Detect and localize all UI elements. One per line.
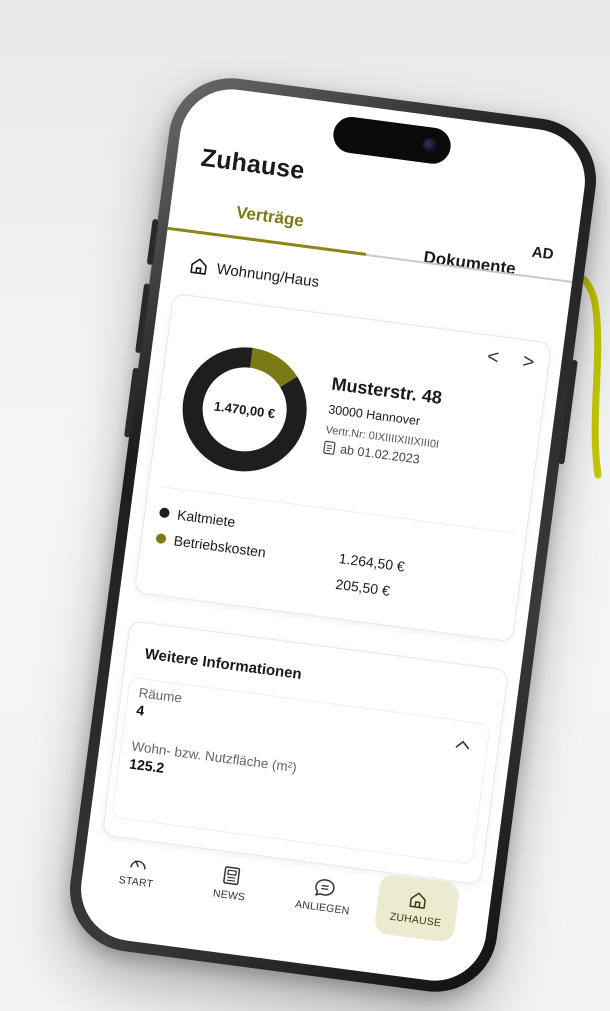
nav-news[interactable]: NEWS	[187, 849, 274, 919]
nav-news-label: NEWS	[212, 887, 246, 904]
legend-dot-kaltmiete	[158, 507, 171, 519]
speedometer-icon	[130, 860, 146, 870]
phone-frame: Zuhause Verträge Dokumente AD Wohnung/Ha…	[62, 70, 604, 1000]
house-icon	[409, 892, 426, 909]
phone-screen: Zuhause Verträge Dokumente AD Wohnung/Ha…	[74, 83, 592, 987]
address-block: Musterstr. 48 30000 Hannover Vertr.Nr: 0…	[322, 374, 446, 469]
nav-start[interactable]: START	[94, 836, 181, 906]
dynamic-island	[331, 114, 453, 166]
chat-bubble-icon	[315, 879, 335, 896]
chevron-up-icon[interactable]	[454, 739, 471, 751]
page-title: Zuhause	[199, 143, 307, 186]
chevron-left-icon[interactable]: <	[486, 346, 500, 370]
chevron-right-icon[interactable]: >	[521, 350, 535, 374]
cost-amounts: 1.264,50 € 205,50 €	[333, 550, 406, 610]
document-icon	[323, 440, 336, 455]
field-rooms: Räume 4	[135, 685, 182, 723]
nav-zuhause[interactable]: ZUHAUSE	[373, 873, 461, 944]
nav-zuhause-label: ZUHAUSE	[389, 910, 442, 930]
section-heading: Wohnung/Haus	[188, 255, 321, 292]
contract-card: < > 1.470,00 € Musterstr. 48 30000 Hanno…	[133, 293, 552, 643]
section-label: Wohnung/Haus	[215, 260, 321, 291]
nav-anliegen-label: ANLIEGEN	[294, 898, 351, 918]
nav-start-label: START	[118, 874, 154, 891]
stage: Zuhause Verträge Dokumente AD Wohnung/Ha…	[0, 0, 610, 1011]
cost-legend: Kaltmiete Betriebskosten	[154, 499, 270, 565]
front-camera	[421, 137, 438, 154]
legend-label: Kaltmiete	[176, 506, 237, 531]
donut-total: 1.470,00 €	[213, 397, 277, 421]
rooms-value: 4	[135, 701, 146, 719]
house-icon	[190, 258, 207, 275]
nav-anliegen[interactable]: ANLIEGEN	[280, 861, 367, 931]
info-title: Weitere Informationen	[143, 645, 303, 684]
legend-dot-betriebskosten	[155, 532, 167, 545]
phone-volume-up	[135, 283, 151, 354]
phone-volume-down	[124, 367, 140, 438]
phone-mute-switch	[146, 218, 159, 266]
field-area: Wohn- bzw. Nutzfläche (m²) 125.2	[128, 739, 297, 793]
newspaper-icon	[223, 866, 241, 886]
user-initials-button[interactable]: AD	[511, 227, 556, 276]
contract-nav: < >	[486, 346, 536, 375]
